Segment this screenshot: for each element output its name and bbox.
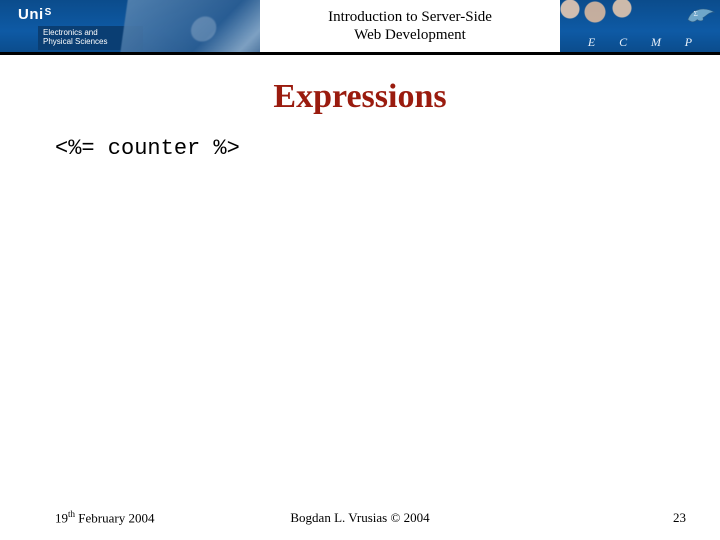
ecmp-row: E C M P xyxy=(560,35,720,50)
code-expression: <%= counter %> xyxy=(55,136,240,161)
banner-left: UniS Electronics and Physical Sciences xyxy=(0,0,260,52)
banner-middle: Introduction to Server-Side Web Developm… xyxy=(260,0,560,52)
university-suffix: S xyxy=(45,7,52,18)
course-title-line2: Web Development xyxy=(328,26,492,44)
dolphin-icon: Σ xyxy=(686,2,716,26)
footer: 19th February 2004 Bogdan L. Vrusias © 2… xyxy=(0,506,720,526)
banner: UniS Electronics and Physical Sciences I… xyxy=(0,0,720,52)
slide-title: Expressions xyxy=(0,78,720,116)
course-title-line1: Introduction to Server-Side xyxy=(328,8,492,26)
footer-author: Bogdan L. Vrusias © 2004 xyxy=(0,510,720,526)
banner-underline xyxy=(0,52,720,55)
ecmp-letter-m: M xyxy=(651,35,661,50)
svg-text:Σ: Σ xyxy=(694,9,698,18)
university-logo: UniS xyxy=(18,6,51,23)
university-name: Uni xyxy=(18,6,44,23)
footer-page-number: 23 xyxy=(673,510,686,526)
department-label: Electronics and Physical Sciences xyxy=(38,26,143,50)
slide: UniS Electronics and Physical Sciences I… xyxy=(0,0,720,540)
ecmp-letter-c: C xyxy=(619,35,627,50)
ecmp-letter-e: E xyxy=(588,35,595,50)
course-title: Introduction to Server-Side Web Developm… xyxy=(328,8,492,44)
department-line2: Physical Sciences xyxy=(43,38,138,47)
ecmp-letter-p: P xyxy=(685,35,692,50)
banner-right: Σ E C M P xyxy=(560,0,720,52)
